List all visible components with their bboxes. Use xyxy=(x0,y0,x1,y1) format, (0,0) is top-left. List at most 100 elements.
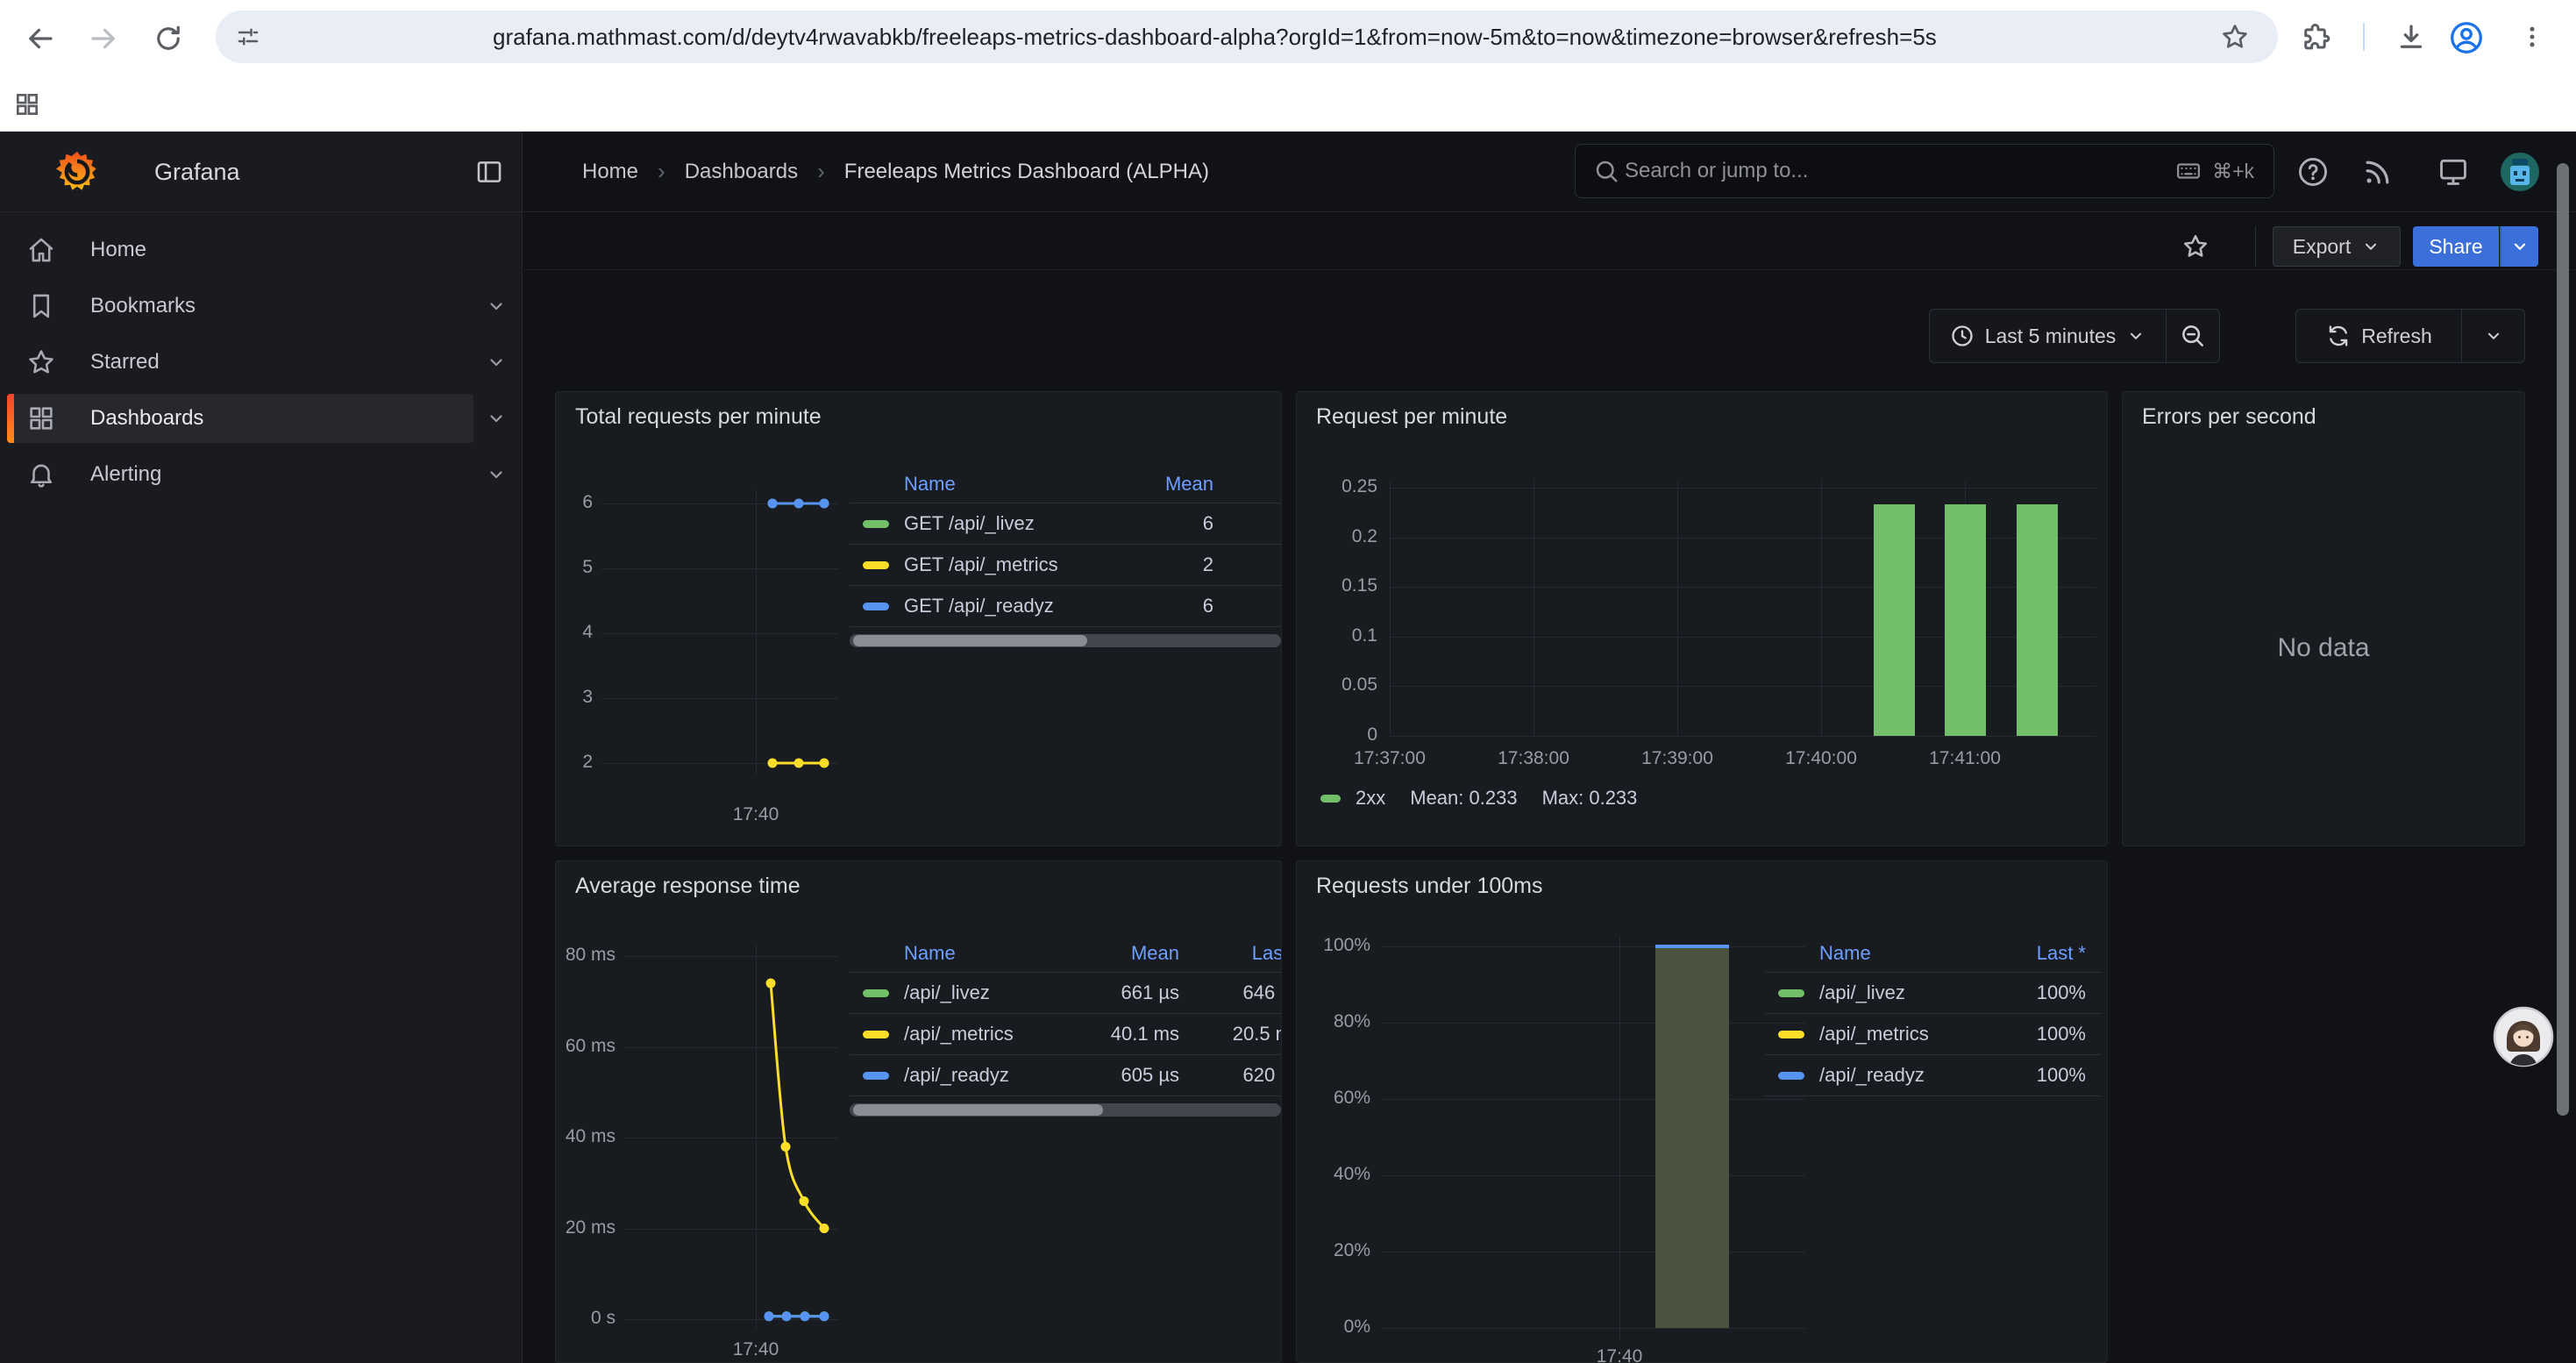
zoom-out-button[interactable] xyxy=(2166,309,2220,363)
profile-icon[interactable] xyxy=(2448,19,2485,56)
y-axis-label: 40% xyxy=(1297,1164,1370,1185)
legend-scrollbar[interactable] xyxy=(850,1103,1281,1117)
legend-series-name[interactable]: /api/_livez xyxy=(850,981,1088,1004)
legend-value: 605 µs xyxy=(1099,1064,1179,1087)
legend-scrollbar-thumb[interactable] xyxy=(853,635,1087,646)
bookmark-star-icon[interactable] xyxy=(2220,22,2250,52)
x-axis-label: 17:40:00 xyxy=(1760,748,1882,769)
y-axis-label: 0% xyxy=(1297,1317,1370,1338)
legend-row[interactable]: GET /api/_livez 6 xyxy=(850,503,1281,545)
legend-row[interactable]: GET /api/_metrics2 xyxy=(850,545,1281,586)
legend-series-name[interactable]: GET /api/_readyz xyxy=(850,595,1122,617)
export-button[interactable]: Export xyxy=(2273,226,2401,267)
legend-scrollbar-thumb[interactable] xyxy=(853,1104,1103,1116)
legend-series-name[interactable]: /api/_livez xyxy=(1765,981,1979,1004)
sidebar-item-alerting[interactable]: Alerting xyxy=(0,450,523,499)
legend-header-mean[interactable]: Mean xyxy=(1099,942,1179,965)
legend-value: 661 µs xyxy=(1099,981,1179,1004)
favorite-star-icon[interactable] xyxy=(2181,232,2210,260)
legend-series-name[interactable]: /api/_readyz xyxy=(850,1064,1088,1087)
refresh-interval-button[interactable] xyxy=(2461,309,2525,363)
legend-table: NameMeanLast */api/_livez661 µs646 µs/ap… xyxy=(850,935,1281,1117)
legend-series-name[interactable]: /api/_metrics xyxy=(850,1023,1088,1045)
bar-2xx xyxy=(1945,504,1986,736)
chevron-down-icon[interactable] xyxy=(486,352,507,373)
search-shortcut: ⌘+k xyxy=(2174,145,2254,197)
x-axis-label: 17:37:00 xyxy=(1328,748,1451,769)
legend-row[interactable]: /api/_livez661 µs646 µs xyxy=(850,973,1281,1014)
panel-errors-per-second: Errors per secondNo data xyxy=(2122,391,2525,846)
legend-header-name[interactable]: Name xyxy=(850,942,1088,965)
legend-value: 620 µs xyxy=(1190,1064,1281,1087)
legend-table: Name Last * /api/_livez100%/api/_metrics10… xyxy=(1765,935,2102,1096)
help-icon[interactable] xyxy=(2296,155,2330,189)
url-bar[interactable]: grafana.mathmast.com/d/deytv4rwavabkb/fr… xyxy=(216,11,2278,63)
legend-header-last[interactable]: Last * xyxy=(1190,942,1281,965)
inline-legend[interactable]: 2xxMean: 0.233Max: 0.233 xyxy=(1320,785,1637,811)
legend-series-name[interactable]: GET /api/_metrics xyxy=(850,553,1122,576)
gridline xyxy=(1619,936,1620,1339)
area-top-line xyxy=(1655,945,1729,948)
reload-icon[interactable] xyxy=(153,23,184,54)
extensions-icon[interactable] xyxy=(2301,21,2332,53)
sidebar-item-home[interactable]: Home xyxy=(0,225,523,275)
refresh-button[interactable]: Refresh xyxy=(2295,309,2462,363)
gridline xyxy=(1390,538,2096,539)
legend-header-last[interactable]: Last * xyxy=(1989,942,2086,965)
sidebar-item-bookmarks[interactable]: Bookmarks xyxy=(0,282,523,331)
back-icon[interactable] xyxy=(25,23,56,54)
grafana-logo[interactable] xyxy=(54,149,100,195)
x-axis-label: 17:39:00 xyxy=(1616,748,1739,769)
tune-icon[interactable] xyxy=(235,24,261,50)
legend-value: 6 xyxy=(1133,595,1213,617)
rss-icon[interactable] xyxy=(2361,155,2395,189)
legend-row[interactable]: /api/_metrics100% xyxy=(1765,1014,2102,1055)
legend-row[interactable]: GET /api/_readyz 6 xyxy=(850,586,1281,627)
time-range-picker[interactable]: Last 5 minutes xyxy=(1929,309,2166,363)
download-icon[interactable] xyxy=(2395,21,2427,53)
chevron-down-icon[interactable] xyxy=(486,408,507,429)
menu-kebab-icon[interactable] xyxy=(2518,23,2546,51)
legend-value: 6 xyxy=(1133,512,1213,535)
apps-grid-icon[interactable] xyxy=(13,90,41,118)
legend-series-name[interactable]: /api/_readyz xyxy=(1765,1064,1979,1087)
breadcrumb-separator: › xyxy=(817,158,825,185)
panel-title[interactable]: Request per minute xyxy=(1316,404,1507,430)
legend-series-name[interactable]: GET /api/_livez xyxy=(850,512,1122,535)
legend-header-mean[interactable]: Mean xyxy=(1133,473,1213,496)
legend-row[interactable]: /api/_readyz 605 µs 620 µs xyxy=(850,1055,1281,1096)
search-input[interactable]: Search or jump to... ⌘+k xyxy=(1575,144,2274,198)
bell-icon xyxy=(26,460,56,489)
legend-row[interactable]: /api/_readyz100% xyxy=(1765,1055,2102,1096)
chevron-down-icon[interactable] xyxy=(486,464,507,485)
y-axis-label: 0 xyxy=(1297,724,1377,746)
legend-header-name[interactable]: Name xyxy=(850,473,1122,496)
legend-row[interactable]: /api/_metrics40.1 ms20.5 ms xyxy=(850,1014,1281,1055)
monitor-icon[interactable] xyxy=(2437,155,2470,189)
panel-title[interactable]: Errors per second xyxy=(2142,404,2316,430)
sidebar-toggle-icon[interactable] xyxy=(474,157,504,187)
bookmarks-bar: Freeleaps 收藏博客 xyxy=(0,77,2576,132)
sidebar-item-starred[interactable]: Starred xyxy=(0,338,523,387)
series-color-swatch xyxy=(863,561,889,569)
subheader-divider xyxy=(523,269,2576,270)
legend-scrollbar[interactable] xyxy=(850,634,1281,647)
breadcrumb-home[interactable]: Home xyxy=(582,160,638,184)
panel-title[interactable]: Requests under 100ms xyxy=(1316,874,1542,899)
chevron-down-icon[interactable] xyxy=(486,296,507,317)
legend-header-name[interactable]: Name xyxy=(1765,942,1979,965)
assistant-avatar[interactable] xyxy=(2493,1006,2554,1067)
search-icon xyxy=(1593,158,1619,184)
breadcrumb-dashboards[interactable]: Dashboards xyxy=(685,160,798,184)
share-button[interactable]: Share xyxy=(2413,226,2499,267)
legend-row[interactable]: /api/_livez100% xyxy=(1765,973,2102,1014)
sidebar-active-accent xyxy=(7,394,14,443)
user-avatar[interactable] xyxy=(2501,153,2539,191)
share-menu-button[interactable] xyxy=(2500,226,2538,267)
sidebar-item-dashboards[interactable]: Dashboards xyxy=(0,394,523,443)
bar-2xx xyxy=(2017,504,2058,736)
page-scrollbar[interactable] xyxy=(2557,163,2569,1116)
legend-series-name[interactable]: /api/_metrics xyxy=(1765,1023,1979,1045)
forward-icon[interactable] xyxy=(88,23,119,54)
url-text: grafana.mathmast.com/d/deytv4rwavabkb/fr… xyxy=(493,11,1937,63)
